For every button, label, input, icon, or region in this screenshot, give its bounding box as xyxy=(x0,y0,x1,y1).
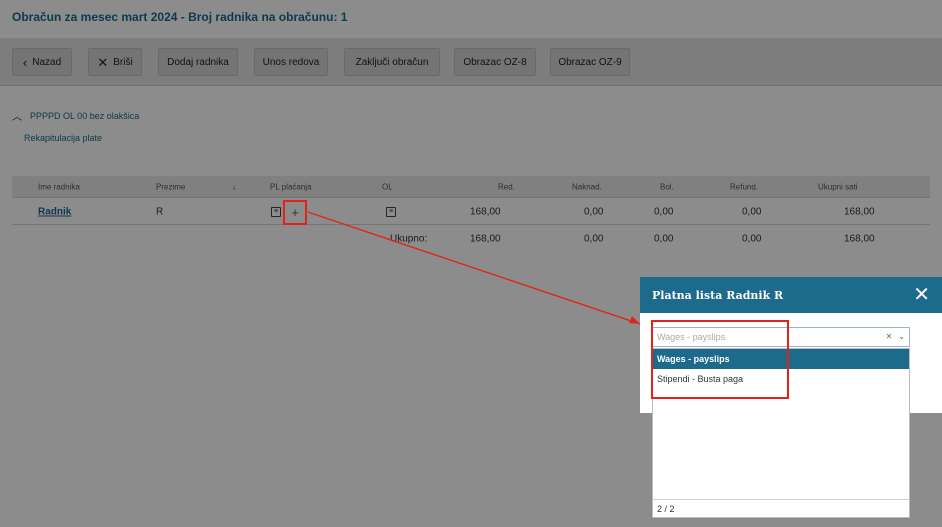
dropdown-count: 2 / 2 xyxy=(653,499,909,517)
add-payslip-button[interactable]: + xyxy=(283,200,307,225)
modal-title: Platna lista Radnik R xyxy=(652,288,784,302)
highlight-box xyxy=(651,320,789,399)
plus-icon: + xyxy=(291,205,299,220)
x-icon[interactable]: ✕ xyxy=(886,332,893,341)
close-icon[interactable]: ✕ xyxy=(913,285,930,305)
modal-header: Platna lista Radnik R ✕ xyxy=(640,277,942,313)
chevron-down-icon[interactable]: ⌄ xyxy=(898,332,905,341)
